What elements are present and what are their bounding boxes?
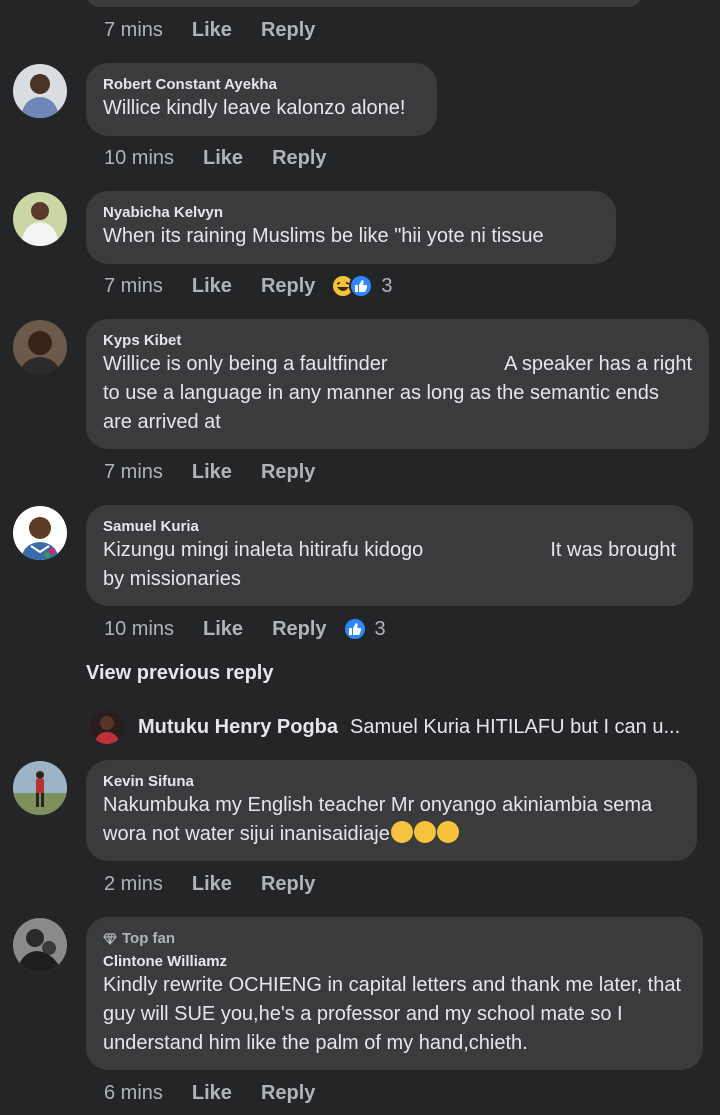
comment-bubble: Top fan Clintone Williamz Kindly rewrite… [86, 917, 703, 1070]
comment-actions: 7 mins Like Reply [104, 17, 315, 43]
like-icon [342, 617, 367, 641]
reply-author[interactable]: Mutuku Henry Pogba [138, 716, 338, 739]
timestamp[interactable]: 7 mins [104, 19, 163, 42]
avatar[interactable] [13, 320, 67, 374]
timestamp[interactable]: 6 mins [104, 1082, 163, 1105]
reply-button[interactable]: Reply [261, 1082, 315, 1105]
top-fan-badge: Top fan [103, 930, 686, 948]
reaction-count: 3 [374, 617, 386, 640]
comment-actions: 7 mins Like Reply 3 [104, 273, 393, 299]
comment-author[interactable]: Kevin Sifuna [103, 773, 680, 791]
like-button[interactable]: Like [192, 461, 232, 484]
timestamp[interactable]: 10 mins [104, 147, 174, 170]
comment-actions: 10 mins Like Reply 3 [104, 616, 386, 642]
comment-text-left: Kizungu mingi inaleta hitirafu kidogo [103, 539, 424, 561]
previous-comment-bubble [86, 0, 642, 7]
reply-button[interactable]: Reply [261, 19, 315, 42]
comment-author[interactable]: Kyps Kibet [103, 332, 692, 350]
like-button[interactable]: Like [192, 275, 232, 298]
comment-author[interactable]: Clintone Williamz [103, 953, 686, 971]
like-icon [349, 274, 374, 298]
timestamp[interactable]: 7 mins [104, 461, 163, 484]
view-previous-reply-link[interactable]: View previous reply [86, 662, 274, 685]
laughing-emoji-icon [436, 821, 459, 843]
comment-text-line: wora not water sijui inanisaidiaje [103, 820, 680, 849]
avatar[interactable] [13, 918, 67, 972]
reply-button[interactable]: Reply [272, 147, 326, 170]
comment-text: Willice kindly leave kalonzo alone! [103, 97, 406, 119]
comment-actions: 6 mins Like Reply [104, 1080, 315, 1106]
reaction-count: 3 [381, 274, 393, 297]
reply-preview[interactable]: Mutuku Henry Pogba Samuel Kuria HITILAFU… [90, 710, 680, 744]
avatar[interactable] [13, 64, 67, 118]
comment-actions: 7 mins Like Reply [104, 459, 315, 485]
reaction-summary[interactable]: 3 [331, 274, 393, 298]
comment-actions: 2 mins Like Reply [104, 871, 315, 897]
comment-text: Kindly rewrite OCHIENG in capital letter… [103, 974, 682, 1054]
comment-bubble: Kevin Sifuna Nakumbuka my English teache… [86, 760, 697, 861]
comment-author[interactable]: Samuel Kuria [103, 518, 676, 536]
reply-button[interactable]: Reply [261, 275, 315, 298]
comment-text-left: Willice is only being a faultfinder [103, 353, 388, 375]
avatar[interactable] [13, 761, 67, 815]
like-button[interactable]: Like [192, 19, 232, 42]
like-button[interactable]: Like [192, 1082, 232, 1105]
avatar[interactable] [90, 710, 124, 744]
comment-text-line: Willice is only being a faultfinder A sp… [103, 350, 692, 379]
comment-text: wora not water sijui inanisaidiaje [103, 823, 390, 845]
avatar[interactable] [13, 192, 67, 246]
diamond-icon [103, 933, 117, 945]
reply-button[interactable]: Reply [272, 618, 326, 641]
timestamp[interactable]: 7 mins [104, 275, 163, 298]
like-button[interactable]: Like [192, 873, 232, 896]
comment-text: to use a language in any manner as long … [103, 382, 659, 433]
comment-text-right: It was brought [550, 539, 676, 561]
laughing-emoji-icon [390, 821, 413, 843]
reply-text: Samuel Kuria HITILAFU but I can u... [350, 715, 681, 738]
comment-bubble: Nyabicha Kelvyn When its raining Muslims… [86, 191, 616, 264]
comment-bubble: Robert Constant Ayekha Willice kindly le… [86, 63, 437, 136]
comment-text: Nakumbuka my English teacher Mr onyango … [103, 794, 653, 816]
comment-text: When its raining Muslims be like "hii yo… [103, 225, 544, 247]
comment-author[interactable]: Robert Constant Ayekha [103, 76, 420, 94]
reply-button[interactable]: Reply [261, 873, 315, 896]
comment-text: by missionaries [103, 568, 241, 590]
comment-text-right: A speaker has a right [504, 353, 692, 375]
comment-bubble: Samuel Kuria Kizungu mingi inaleta hitir… [86, 505, 693, 606]
comment-author[interactable]: Nyabicha Kelvyn [103, 204, 599, 222]
reply-button[interactable]: Reply [261, 461, 315, 484]
timestamp[interactable]: 2 mins [104, 873, 163, 896]
like-button[interactable]: Like [203, 147, 243, 170]
top-fan-label: Top fan [122, 930, 176, 947]
like-button[interactable]: Like [203, 618, 243, 641]
reaction-summary[interactable]: 3 [342, 617, 386, 641]
laughing-emoji-icon [413, 821, 436, 843]
timestamp[interactable]: 10 mins [104, 618, 174, 641]
comment-text-line: Kizungu mingi inaleta hitirafu kidogo It… [103, 536, 676, 565]
comment-actions: 10 mins Like Reply [104, 145, 327, 171]
comment-bubble: Kyps Kibet Willice is only being a fault… [86, 319, 709, 449]
avatar[interactable] [13, 506, 67, 560]
